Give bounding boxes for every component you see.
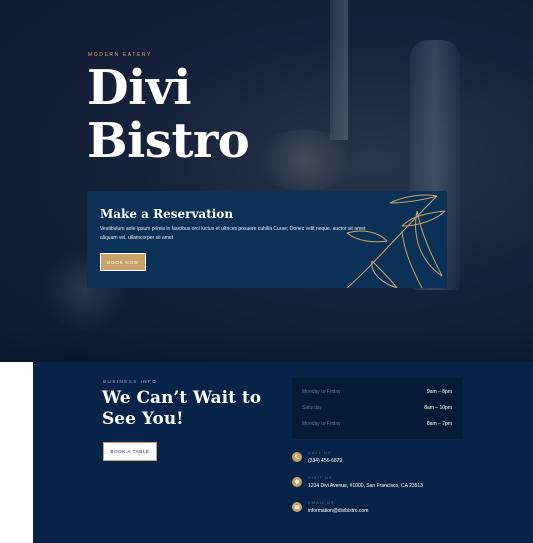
opening-hours-table: Monday to Friday 9am – 8pm Saturday 8am … [292,378,462,439]
contact-address: VISIT US 1234 Divi Avenue, #1000, San Fr… [292,475,492,495]
book-a-table-button[interactable]: BOOK A TABLE [103,442,157,461]
contact-label: VISIT US [308,475,333,480]
hours-row: Saturday 8am – 10pm [292,400,462,416]
info-title-line-1: We Can’t Wait to [102,388,262,408]
contact-email: EMAIL US information@divibistro.com [292,500,492,520]
hero-background-bowl [250,130,360,190]
info-title-line-2: See You! [102,409,184,429]
phone-icon [292,452,302,462]
hours-day: Saturday [302,405,323,411]
reservation-text: Vestibulum ante ipsum primis in faucibus… [100,226,366,241]
address-text: 1234 Divi Avenue, #1000, San Francisco, … [308,483,423,489]
location-icon [292,477,302,487]
hours-time: 8am – 10pm [424,405,452,411]
email-address[interactable]: information@divibistro.com [308,508,368,514]
hero-eyebrow: MODERN EATERY [88,52,152,58]
hours-day: Monday to Friday [302,421,341,427]
hours-time: 8am – 7pm [426,421,452,427]
reservation-panel: Make a Reservation Vestibulum ante ipsum… [87,191,447,288]
leaf-decoration-icon [346,194,446,288]
hero-title-line-1: Divi [87,60,191,116]
hours-time: 9am – 8pm [426,389,452,395]
hero-background-candle [330,0,348,140]
business-info-section: BUSINESS INFO We Can’t Wait to See You! … [33,362,533,543]
hours-row: Monday to Friday 9am – 8pm [292,384,462,400]
contact-phone: CALL US (334) 456-6879 [292,450,492,470]
hero-section: MODERN EATERY Divi Bistro Make a Reserva… [0,0,533,362]
contact-label: CALL US [308,450,332,455]
hero-title: Divi Bistro [87,60,250,169]
hours-day: Monday to Friday [302,389,341,395]
reservation-title: Make a Reservation [100,207,234,221]
info-eyebrow: BUSINESS INFO [103,379,158,384]
hero-background-table [0,330,533,362]
contact-label: EMAIL US [308,500,335,505]
email-icon [292,502,302,512]
book-now-button[interactable]: BOOK NOW [100,253,146,271]
hours-row: Monday to Friday 8am – 7pm [292,416,462,432]
phone-number[interactable]: (334) 456-6879 [308,458,342,464]
hero-title-line-2: Bistro [87,113,250,169]
info-title: We Can’t Wait to See You! [102,388,272,430]
